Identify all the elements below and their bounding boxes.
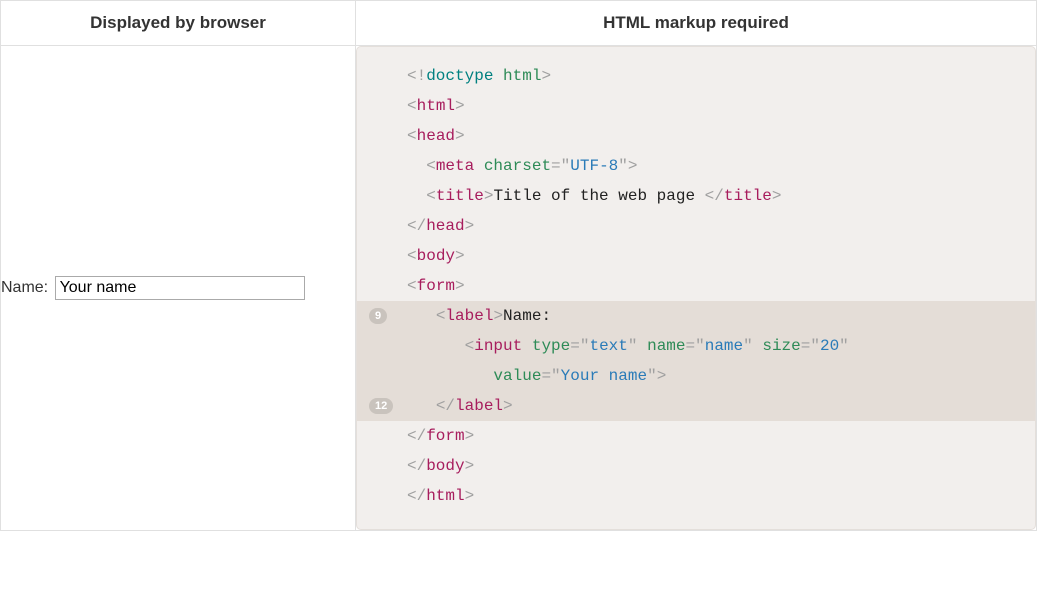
code-line: <form> xyxy=(357,271,1035,301)
code-line-highlighted: <input type="text" name="name" size="20" xyxy=(357,331,1035,361)
header-markup: HTML markup required xyxy=(356,1,1037,46)
code-line: <body> xyxy=(357,241,1035,271)
line-number-badge: 12 xyxy=(369,398,393,414)
code-line: <html> xyxy=(357,91,1035,121)
name-label: Name: xyxy=(1,279,48,296)
code-line: <meta charset="UTF-8"> xyxy=(357,151,1035,181)
rendered-output-cell: Name: xyxy=(1,46,356,531)
code-line: </head> xyxy=(357,211,1035,241)
comparison-table: Displayed by browser HTML markup require… xyxy=(0,0,1037,531)
code-line-highlighted: 9 <label>Name: xyxy=(357,301,1035,331)
markup-cell: <!doctype html> <html> <head> <meta char… xyxy=(356,46,1037,531)
code-line-highlighted: value="Your name"> xyxy=(357,361,1035,391)
line-number-badge: 9 xyxy=(369,308,387,324)
code-line: </body> xyxy=(357,451,1035,481)
header-displayed: Displayed by browser xyxy=(1,1,356,46)
code-line: </form> xyxy=(357,421,1035,451)
code-line: <head> xyxy=(357,121,1035,151)
code-line: </html> xyxy=(357,481,1035,511)
name-input[interactable] xyxy=(55,276,305,300)
code-line: <!doctype html> xyxy=(357,61,1035,91)
code-line-highlighted: 12 </label> xyxy=(357,391,1035,421)
code-line: <title>Title of the web page </title> xyxy=(357,181,1035,211)
code-block: <!doctype html> <html> <head> <meta char… xyxy=(356,46,1036,530)
